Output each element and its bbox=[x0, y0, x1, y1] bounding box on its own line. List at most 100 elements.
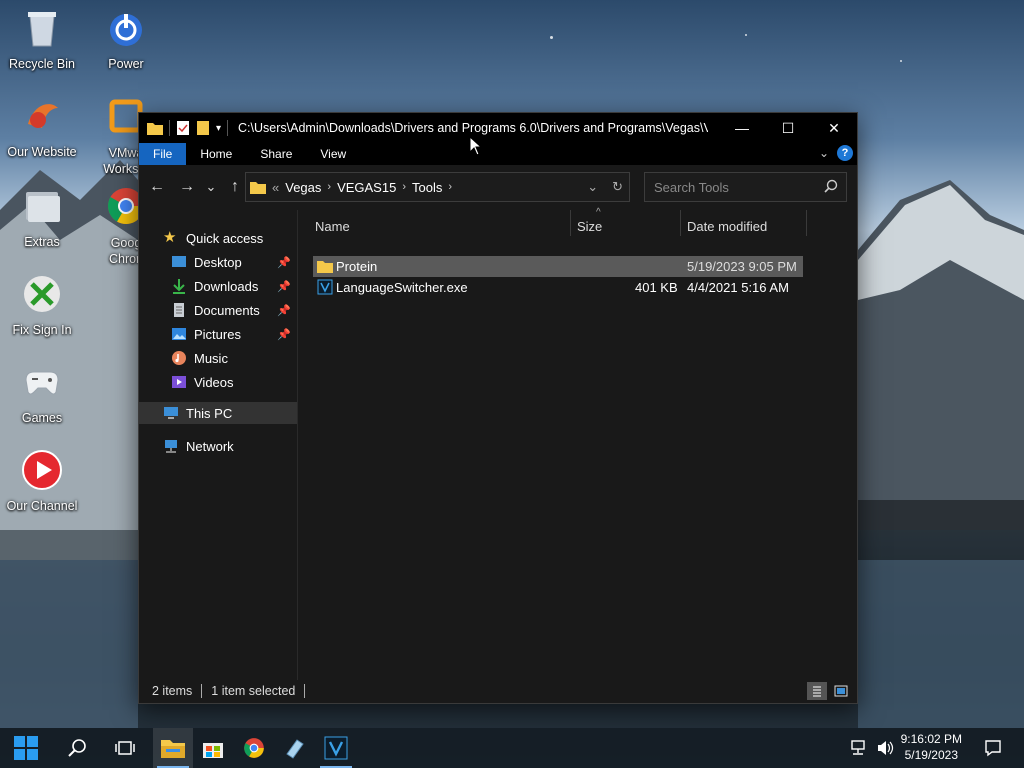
large-icons-view-icon[interactable] bbox=[831, 682, 851, 700]
folder-stack-icon bbox=[26, 192, 60, 222]
music-icon bbox=[172, 351, 186, 365]
column-header-size[interactable]: Size bbox=[577, 219, 602, 234]
search-box[interactable]: Search Tools bbox=[644, 172, 847, 202]
desktop-icon-label: Power bbox=[108, 57, 144, 71]
title-bar[interactable]: ▾ C:\Users\Admin\Downloads\Drivers and P… bbox=[139, 113, 857, 143]
column-divider[interactable] bbox=[806, 210, 807, 236]
nav-item-label: Documents bbox=[194, 302, 260, 318]
nav-item-label: Desktop bbox=[194, 254, 242, 270]
details-view-icon[interactable] bbox=[807, 682, 827, 700]
toolbar-divider bbox=[227, 120, 229, 136]
search-button[interactable] bbox=[57, 728, 97, 768]
desktop-icon-fix-sign-in[interactable]: Fix Sign In bbox=[0, 272, 84, 337]
address-bar[interactable]: « Vegas › VEGAS15 › Tools › ⌄ ↻ bbox=[245, 172, 630, 202]
nav-item-downloads[interactable]: Downloads 📌 bbox=[139, 274, 297, 298]
quick-access-toolbar: ▾ bbox=[139, 120, 229, 136]
nav-item-label: This PC bbox=[186, 405, 233, 421]
download-icon bbox=[173, 279, 185, 294]
document-icon bbox=[174, 303, 184, 317]
power-icon bbox=[110, 14, 142, 46]
task-view-button[interactable] bbox=[105, 728, 145, 768]
notepad-icon bbox=[286, 739, 304, 759]
breadcrumb-chevron-icon[interactable]: › bbox=[402, 181, 406, 193]
desktop-icon-power[interactable]: Power bbox=[84, 6, 168, 71]
clock-time: 9:16:02 PM bbox=[900, 732, 962, 746]
address-history-chevron-icon[interactable]: ⌄ bbox=[587, 179, 598, 195]
expand-ribbon-chevron-icon[interactable]: ⌄ bbox=[819, 146, 829, 160]
breadcrumb-item[interactable]: Vegas bbox=[285, 180, 321, 195]
breadcrumb-chevron-icon[interactable]: › bbox=[448, 181, 452, 193]
help-icon[interactable]: ? bbox=[837, 145, 853, 161]
breadcrumb-chevron-icon[interactable]: › bbox=[327, 181, 331, 193]
breadcrumb-item[interactable]: VEGAS15 bbox=[337, 180, 396, 195]
nav-item-documents[interactable]: Documents 📌 bbox=[139, 298, 297, 322]
search-icon bbox=[68, 739, 86, 757]
status-selection: 1 item selected bbox=[211, 683, 296, 698]
volume-icon[interactable] bbox=[876, 739, 894, 757]
start-button[interactable] bbox=[6, 728, 46, 768]
up-button[interactable]: ↑ bbox=[223, 178, 247, 196]
taskbar: 9:16:02 PM 5/19/2023 bbox=[0, 728, 1024, 768]
desktop-icon-extras[interactable]: Extras bbox=[0, 184, 84, 249]
nav-network[interactable]: Network bbox=[139, 434, 297, 458]
customize-toolbar-chevron-icon[interactable]: ▾ bbox=[216, 123, 221, 134]
nav-item-label: Videos bbox=[194, 374, 234, 390]
nav-this-pc[interactable]: This PC bbox=[139, 402, 297, 424]
nav-item-desktop[interactable]: Desktop 📌 bbox=[139, 250, 297, 274]
taskbar-vegas[interactable] bbox=[316, 728, 356, 768]
youtube-play-icon bbox=[22, 450, 62, 490]
network-icon[interactable] bbox=[850, 739, 868, 757]
maximize-button[interactable]: ☐ bbox=[765, 113, 811, 143]
taskbar-file-explorer[interactable] bbox=[153, 728, 193, 768]
file-explorer-window: ▾ C:\Users\Admin\Downloads\Drivers and P… bbox=[138, 112, 858, 704]
column-divider[interactable] bbox=[680, 210, 681, 236]
gamepad-icon bbox=[25, 371, 59, 395]
status-bar: 2 items 1 item selected bbox=[139, 678, 857, 703]
new-folder-icon[interactable] bbox=[196, 120, 210, 136]
nav-item-label: Quick access bbox=[186, 230, 264, 246]
address-overflow[interactable]: « bbox=[272, 180, 279, 195]
taskbar-notepad-app[interactable] bbox=[275, 728, 315, 768]
nav-item-videos[interactable]: Videos bbox=[139, 370, 297, 394]
status-item-count: 2 items bbox=[152, 683, 193, 698]
properties-icon[interactable] bbox=[176, 120, 190, 136]
tab-file[interactable]: File bbox=[139, 143, 187, 165]
recent-locations-button[interactable]: ⌄ bbox=[199, 179, 223, 195]
taskbar-microsoft-store[interactable] bbox=[193, 728, 233, 768]
column-divider[interactable] bbox=[570, 210, 571, 236]
tab-view[interactable]: View bbox=[306, 143, 360, 165]
desktop-icon-our-website[interactable]: Our Website bbox=[0, 94, 84, 159]
desktop-icon-label: Games bbox=[21, 411, 63, 425]
desktop-icon-our-channel[interactable]: Our Channel bbox=[0, 448, 84, 513]
forward-button[interactable]: → bbox=[175, 178, 199, 196]
nav-item-music[interactable]: Music bbox=[139, 346, 297, 370]
desktop-icon-games[interactable]: Games bbox=[0, 360, 84, 425]
tab-share[interactable]: Share bbox=[246, 143, 306, 165]
column-header-date-modified[interactable]: Date modified bbox=[687, 219, 767, 234]
taskbar-clock[interactable]: 9:16:02 PM 5/19/2023 bbox=[901, 731, 962, 763]
nav-item-label: Music bbox=[194, 350, 228, 366]
nav-quick-access[interactable]: ★ Quick access bbox=[139, 226, 297, 250]
file-row[interactable]: Protein 5/19/2023 9:05 PM bbox=[313, 256, 803, 277]
pane-splitter[interactable] bbox=[297, 210, 298, 680]
notification-button[interactable] bbox=[984, 739, 1002, 760]
minimize-button[interactable]: — bbox=[719, 113, 765, 143]
breadcrumb-item[interactable]: Tools bbox=[412, 180, 442, 195]
navigation-bar: ← → ⌄ ↑ « Vegas › VEGAS15 › Tools › ⌄ ↻ … bbox=[139, 165, 857, 209]
desktop-icon-label: Extras bbox=[24, 235, 60, 249]
column-header-name[interactable]: Name bbox=[315, 219, 350, 234]
pin-icon: 📌 bbox=[277, 328, 291, 341]
nav-item-pictures[interactable]: Pictures 📌 bbox=[139, 322, 297, 346]
status-divider bbox=[304, 683, 306, 698]
clock-date: 5/19/2023 bbox=[904, 748, 958, 762]
back-button[interactable]: ← bbox=[145, 178, 169, 196]
nav-item-label: Network bbox=[186, 438, 234, 454]
file-row[interactable]: LanguageSwitcher.exe 401 KB 4/4/2021 5:1… bbox=[313, 277, 803, 298]
close-button[interactable]: ✕ bbox=[811, 113, 857, 143]
desktop-icon-recycle-bin[interactable]: Recycle Bin bbox=[0, 6, 84, 71]
refresh-icon[interactable]: ↻ bbox=[612, 179, 623, 195]
taskbar-chrome[interactable] bbox=[234, 728, 274, 768]
tab-home[interactable]: Home bbox=[186, 143, 246, 165]
file-list: ^ Name Size Date modified Protein 5/19/2… bbox=[299, 207, 857, 680]
task-view-icon bbox=[115, 741, 135, 755]
